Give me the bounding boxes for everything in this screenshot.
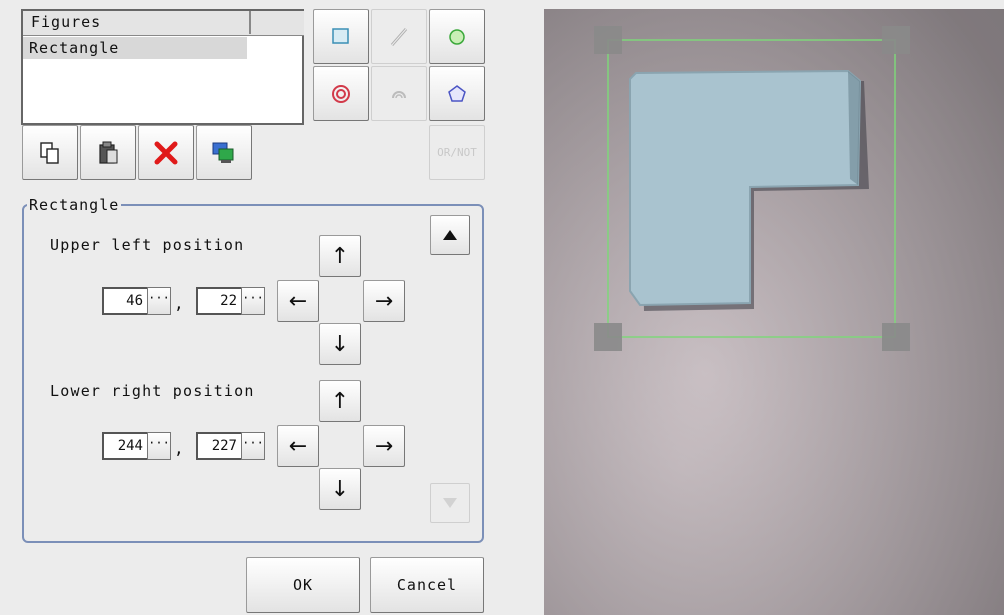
arc-tool-button[interactable]: [371, 66, 427, 121]
line-tool-button[interactable]: [371, 9, 427, 64]
arrow-right-icon: →: [374, 433, 394, 459]
upper-left-right-button[interactable]: →: [363, 280, 405, 322]
triangle-down-icon: [443, 498, 457, 508]
arrow-right-icon: →: [374, 288, 394, 314]
circle-tool-button[interactable]: [429, 9, 485, 64]
copy-button[interactable]: [22, 125, 78, 180]
lower-right-right-button[interactable]: →: [363, 425, 405, 467]
arrow-left-icon: ←: [288, 288, 308, 314]
comma-separator: ,: [174, 439, 184, 458]
image-copy-button[interactable]: [196, 125, 252, 180]
handle-top-left[interactable]: [594, 26, 622, 54]
copy-icon: [40, 141, 59, 164]
arrow-up-icon: ↑: [330, 243, 350, 269]
cancel-button[interactable]: Cancel: [370, 557, 484, 613]
ring-icon: [332, 84, 350, 103]
upper-left-x-field[interactable]: 46: [102, 287, 147, 315]
ring-tool-button[interactable]: [313, 66, 369, 121]
lower-right-y-input-button[interactable]: ···: [241, 432, 265, 460]
polygon-icon: [448, 84, 466, 102]
lower-right-left-button[interactable]: ←: [277, 425, 319, 467]
paste-button[interactable]: [80, 125, 136, 180]
lower-right-x-input-button[interactable]: ···: [147, 432, 171, 460]
handle-bottom-left[interactable]: [594, 323, 622, 351]
arrow-up-icon: ↑: [330, 388, 350, 414]
figures-column-header: Figures: [23, 11, 251, 34]
upper-left-y-field[interactable]: 22: [196, 287, 241, 315]
arrow-left-icon: ←: [288, 433, 308, 459]
ok-button[interactable]: OK: [246, 557, 360, 613]
upper-left-y-input-button[interactable]: ···: [241, 287, 265, 315]
delete-x-icon: [154, 141, 178, 164]
polygon-tool-button[interactable]: [429, 66, 485, 121]
or-not-button[interactable]: OR/NOT: [429, 125, 485, 180]
or-not-label: OR/NOT: [437, 146, 477, 159]
scroll-up-button[interactable]: [430, 215, 470, 255]
handle-bottom-right[interactable]: [882, 323, 910, 351]
upper-left-down-button[interactable]: ↓: [319, 323, 361, 365]
circle-icon: [449, 28, 465, 45]
triangle-up-icon: [443, 230, 457, 240]
figures-list-item-rectangle[interactable]: Rectangle: [23, 37, 247, 59]
camera-overlay: [544, 9, 1004, 615]
rectangle-group-title: Rectangle: [27, 196, 122, 214]
handle-top-right[interactable]: [882, 26, 910, 54]
line-icon: [390, 27, 408, 46]
rectangle-tool-button[interactable]: [313, 9, 369, 64]
camera-image-view[interactable]: [544, 9, 1004, 615]
lower-right-x-field[interactable]: 244: [102, 432, 147, 460]
lower-right-up-button[interactable]: ↑: [319, 380, 361, 422]
scroll-down-button[interactable]: [430, 483, 470, 523]
arrow-down-icon: ↓: [330, 476, 350, 502]
upper-left-x-input-button[interactable]: ···: [147, 287, 171, 315]
arrow-down-icon: ↓: [330, 331, 350, 357]
paste-icon: [99, 141, 118, 164]
rectangle-icon: [332, 27, 349, 44]
lower-right-y-field[interactable]: 227: [196, 432, 241, 460]
monitor-copy-icon: [212, 142, 234, 163]
upper-left-up-button[interactable]: ↑: [319, 235, 361, 277]
comma-separator: ,: [174, 294, 184, 313]
arc-icon: [392, 90, 406, 98]
lower-right-down-button[interactable]: ↓: [319, 468, 361, 510]
lower-right-position-label: Lower right position: [50, 382, 255, 400]
delete-button[interactable]: [138, 125, 194, 180]
upper-left-left-button[interactable]: ←: [277, 280, 319, 322]
figures-list[interactable]: Figures Rectangle: [21, 9, 304, 125]
figures-list-header: Figures: [23, 11, 304, 36]
upper-left-position-label: Upper left position: [50, 236, 245, 254]
rectangle-settings-group: [22, 204, 484, 543]
